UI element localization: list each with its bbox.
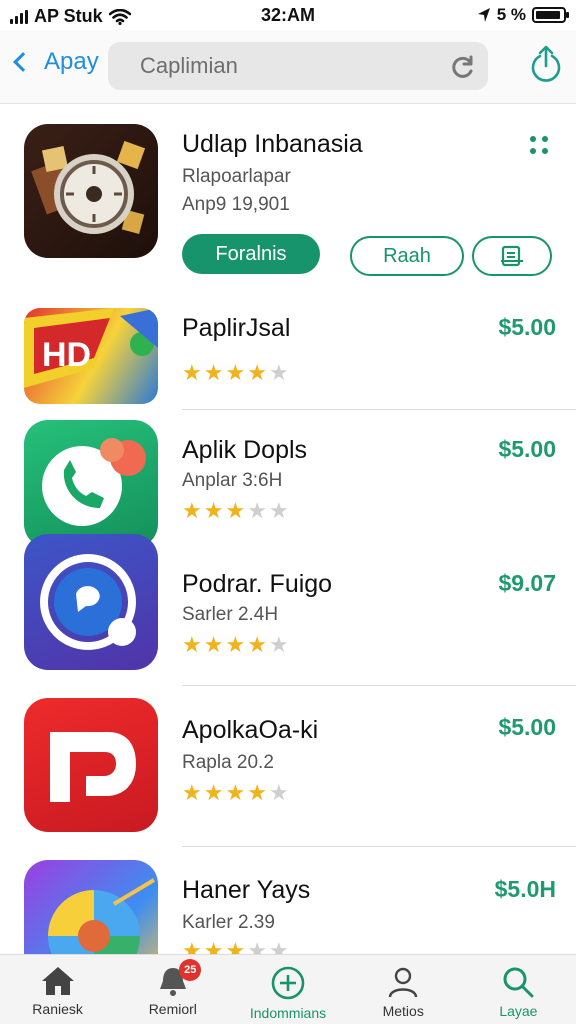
star-icon: ★ bbox=[182, 360, 202, 385]
location-arrow-icon bbox=[477, 8, 490, 22]
price-label[interactable]: $5.0H bbox=[495, 876, 556, 903]
tab-label: Indommians bbox=[249, 1005, 327, 1021]
app-subtitle: Anplar 3:6H bbox=[182, 470, 283, 491]
price-label[interactable]: $5.00 bbox=[498, 436, 556, 463]
star-icon: ★ bbox=[225, 780, 246, 805]
app-subtitle: Karler 2.39 bbox=[182, 912, 275, 933]
app-icon-banner[interactable]: HD bbox=[24, 308, 158, 404]
divider bbox=[182, 409, 576, 410]
app-name: Podrar. Fuigo bbox=[182, 570, 333, 598]
star-icon: ★ bbox=[247, 498, 267, 523]
person-icon bbox=[389, 967, 418, 998]
star-rating: ★ ★ ★ ★ ★ bbox=[182, 362, 289, 384]
star-icon: ★ bbox=[247, 780, 267, 805]
star-icon: ★ bbox=[268, 360, 289, 385]
phone-bubble-icon bbox=[42, 438, 146, 526]
star-icon: ★ bbox=[203, 360, 224, 385]
star-icon: ★ bbox=[225, 632, 246, 657]
price-label[interactable]: $5.00 bbox=[498, 714, 556, 741]
list-item[interactable]: HD PaplirJsal $5.00 ★ ★ ★ ★ ★ bbox=[0, 300, 576, 410]
tab-label: Remiorl bbox=[148, 1001, 197, 1017]
letter-d-icon bbox=[50, 732, 136, 802]
home-icon bbox=[41, 967, 74, 995]
price-label[interactable]: $5.00 bbox=[498, 314, 556, 341]
star-rating: ★ ★ ★ ★ ★ bbox=[182, 634, 289, 656]
app-name: Haner Yays bbox=[182, 876, 311, 904]
tab-profile[interactable]: Metios bbox=[346, 955, 461, 1024]
star-icon: ★ bbox=[268, 498, 289, 523]
document-icon bbox=[501, 245, 523, 267]
featured-app-name: Udlap Inbanasia bbox=[182, 130, 363, 158]
star-icon: ★ bbox=[182, 632, 202, 657]
list-item[interactable]: Haner Yays Karler 2.39 $5.0H ★ ★ ★ ★ ★ bbox=[0, 858, 576, 994]
star-icon: ★ bbox=[247, 360, 267, 385]
safe-dial-icon bbox=[31, 140, 146, 234]
get-button[interactable]: Foralnis bbox=[182, 234, 320, 274]
app-name: ApolkaOa-ki bbox=[182, 716, 319, 744]
app-subtitle: Rapla 20.2 bbox=[182, 752, 274, 773]
refresh-icon[interactable] bbox=[450, 54, 476, 80]
back-button[interactable]: Apay bbox=[10, 48, 99, 76]
chat-ring-icon bbox=[40, 554, 136, 650]
star-icon: ★ bbox=[203, 632, 224, 657]
tab-notifications[interactable]: 25 Remiorl bbox=[115, 955, 230, 1024]
featured-app-icon[interactable] bbox=[24, 124, 158, 258]
nav-bar: Apay bbox=[0, 30, 576, 104]
app-icon-message[interactable] bbox=[24, 534, 158, 670]
featured-app-meta: Anp9 19,901 bbox=[182, 194, 290, 215]
star-icon: ★ bbox=[268, 780, 289, 805]
star-icon: ★ bbox=[268, 632, 289, 657]
more-options-icon[interactable] bbox=[528, 134, 552, 158]
status-right: 5 % bbox=[477, 5, 569, 25]
featured-app-subtitle: Rlapoarlapar bbox=[182, 166, 291, 187]
battery-icon bbox=[532, 7, 569, 23]
list-item[interactable]: Podrar. Fuigo Sarler 2.4H $9.07 ★ ★ ★ ★ ★ bbox=[0, 534, 576, 690]
battery-percent: 5 % bbox=[496, 5, 526, 24]
tab-search[interactable]: Layae bbox=[461, 955, 576, 1024]
star-icon: ★ bbox=[182, 780, 202, 805]
add-circle-icon bbox=[271, 966, 305, 1000]
star-icon: ★ bbox=[203, 498, 224, 523]
featured-app[interactable]: Udlap Inbanasia Rlapoarlapar Anp9 19,901… bbox=[0, 104, 576, 294]
reach-button[interactable]: Raah bbox=[350, 236, 464, 276]
svg-text:HD: HD bbox=[42, 336, 91, 374]
star-icon: ★ bbox=[182, 498, 202, 523]
banner-graphic-icon: HD bbox=[24, 308, 158, 388]
divider bbox=[182, 685, 576, 686]
app-icon-chat[interactable] bbox=[24, 420, 158, 548]
tab-label: Raniesk bbox=[32, 1001, 83, 1017]
star-icon: ★ bbox=[247, 632, 267, 657]
tab-bar: Raniesk 25 Remiorl Indommians Metios Lay… bbox=[0, 954, 576, 1024]
status-bar: AP Stuk 32:AM 5 % bbox=[0, 0, 576, 30]
tab-add[interactable]: Indommians bbox=[230, 955, 345, 1024]
price-label[interactable]: $9.07 bbox=[498, 570, 556, 597]
tab-label: Layae bbox=[499, 1003, 538, 1019]
divider bbox=[182, 846, 576, 847]
search-icon bbox=[503, 967, 534, 998]
star-rating: ★ ★ ★ ★ ★ bbox=[182, 782, 289, 804]
app-name: Aplik Dopls bbox=[182, 436, 308, 464]
share-icon[interactable] bbox=[530, 44, 562, 84]
app-icon-red-d[interactable] bbox=[24, 698, 158, 832]
star-icon: ★ bbox=[203, 780, 224, 805]
search-input[interactable] bbox=[140, 53, 440, 79]
list-item[interactable]: Aplik Dopls Anplar 3:6H $5.00 ★ ★ ★ ★ ★ bbox=[0, 420, 576, 548]
notification-badge: 25 bbox=[179, 959, 202, 981]
list-item[interactable]: ApolkaOa-ki Rapla 20.2 $5.00 ★ ★ ★ ★ ★ bbox=[0, 696, 576, 847]
tab-label: Metios bbox=[382, 1003, 424, 1019]
app-subtitle: Sarler 2.4H bbox=[182, 604, 279, 625]
app-name: PaplirJsal bbox=[182, 314, 291, 342]
star-icon: ★ bbox=[225, 498, 246, 523]
notes-button[interactable] bbox=[472, 236, 552, 276]
tab-home[interactable]: Raniesk bbox=[0, 955, 115, 1024]
star-icon: ★ bbox=[225, 360, 246, 385]
chevron-left-icon bbox=[13, 52, 33, 72]
star-rating: ★ ★ ★ ★ ★ bbox=[182, 500, 289, 522]
search-field[interactable] bbox=[108, 42, 488, 90]
back-label: Apay bbox=[44, 48, 99, 75]
